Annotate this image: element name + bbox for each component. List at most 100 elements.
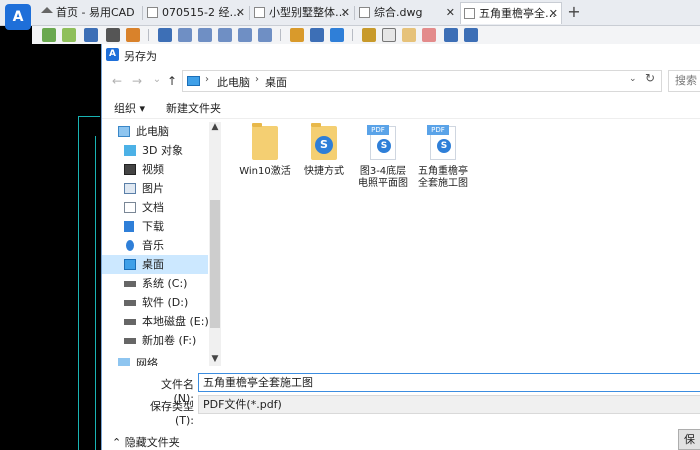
tree-scrollbar[interactable]: ▲ ▼ bbox=[209, 122, 221, 366]
app-logo[interactable]: A bbox=[5, 4, 31, 30]
back-button[interactable]: ← bbox=[110, 74, 124, 88]
filename-input[interactable]: 五角重檐亭全套施工图 bbox=[198, 373, 700, 392]
file-item-folder[interactable]: S 快捷方式 bbox=[296, 123, 352, 178]
tree-item-this-pc[interactable]: 此电脑 bbox=[102, 122, 208, 141]
toolbar-separator bbox=[280, 29, 281, 41]
recent-locations-button[interactable]: ⌄ bbox=[150, 74, 164, 85]
close-icon[interactable]: ✕ bbox=[549, 3, 558, 24]
tree-item-pictures[interactable]: 图片 bbox=[102, 179, 208, 198]
scroll-up-icon[interactable]: ▲ bbox=[209, 122, 221, 132]
zoom-out-icon[interactable] bbox=[238, 28, 252, 42]
hide-folders-toggle[interactable]: ⌃ 隐藏文件夹 bbox=[112, 434, 180, 450]
tree-item-3d-objects[interactable]: 3D 对象 bbox=[102, 141, 208, 160]
undo-icon[interactable] bbox=[444, 28, 458, 42]
zoom-window-icon[interactable] bbox=[198, 28, 212, 42]
command-bar: 组织 ▾ 新建文件夹 bbox=[102, 96, 700, 118]
tree-item-label: 系统 (C:) bbox=[142, 277, 188, 290]
export-icon[interactable] bbox=[126, 28, 140, 42]
file-item-folder[interactable]: Win10激活 bbox=[237, 123, 293, 178]
organize-button[interactable]: 组织 ▾ bbox=[114, 100, 145, 116]
zoom-all-icon[interactable] bbox=[258, 28, 272, 42]
chevron-down-icon[interactable]: ⌄ bbox=[629, 74, 637, 84]
tree-item-label: 视频 bbox=[142, 163, 164, 176]
up-button[interactable]: ↑ bbox=[165, 74, 179, 88]
toolbar-separator bbox=[148, 29, 149, 41]
navigation-bar: ← → ⌄ ↑ › 此电脑 › 桌面 ⌄ ↻ 搜索 bbox=[102, 66, 700, 96]
erase-icon[interactable] bbox=[422, 28, 436, 42]
tree-item-desktop[interactable]: 桌面 bbox=[102, 255, 208, 274]
tree-item-label: 新加卷 (F:) bbox=[142, 334, 197, 347]
file-item-pdf[interactable]: PDF S 五角重檐亭全套施工图 bbox=[415, 125, 471, 190]
app-logo-icon: A bbox=[106, 48, 119, 61]
drawing-file-icon bbox=[359, 7, 370, 18]
breadcrumb-this-pc[interactable]: 此电脑 bbox=[217, 74, 250, 90]
dialog-title-bar[interactable]: A 另存为 bbox=[102, 44, 700, 66]
filetype-select[interactable]: PDF文件(*.pdf) bbox=[198, 395, 700, 414]
scroll-down-icon[interactable]: ▼ bbox=[209, 354, 221, 364]
pdf-app-icon: S bbox=[377, 139, 391, 153]
hide-folders-label: 隐藏文件夹 bbox=[124, 436, 180, 449]
layer-icon[interactable] bbox=[42, 28, 56, 42]
redo-icon[interactable] bbox=[464, 28, 478, 42]
tab-drawing[interactable]: 小型别墅整体… ✕ bbox=[251, 2, 353, 24]
tree-item-downloads[interactable]: 下载 bbox=[102, 217, 208, 236]
text-icon[interactable] bbox=[402, 28, 416, 42]
tree-item-drive-e[interactable]: 本地磁盘 (E:) bbox=[102, 312, 208, 331]
3d-objects-icon bbox=[124, 145, 136, 156]
music-icon bbox=[126, 240, 134, 251]
navigation-tree: 此电脑 3D 对象 视频 图片 文档 下载 音乐 桌面 系统 (C:) 软件 (… bbox=[102, 122, 208, 366]
network-icon bbox=[118, 358, 130, 366]
new-folder-button[interactable]: 新建文件夹 bbox=[166, 100, 221, 116]
forward-button[interactable]: → bbox=[130, 74, 144, 88]
documents-icon bbox=[124, 202, 136, 213]
line-icon[interactable] bbox=[362, 28, 376, 42]
tab-home[interactable]: 首页 - 易用CAD bbox=[38, 2, 140, 24]
tree-item-drive-c[interactable]: 系统 (C:) bbox=[102, 274, 208, 293]
close-icon[interactable]: ✕ bbox=[341, 2, 350, 24]
address-bar[interactable]: › 此电脑 › 桌面 ⌄ bbox=[182, 70, 662, 92]
tree-item-drive-d[interactable]: 软件 (D:) bbox=[102, 293, 208, 312]
tree-item-drive-f[interactable]: 新加卷 (F:) bbox=[102, 331, 208, 350]
tab-drawing[interactable]: 070515-2 经… ✕ bbox=[144, 2, 248, 24]
quick-toolbar bbox=[32, 26, 700, 44]
search-input[interactable]: 搜索 bbox=[668, 70, 700, 92]
close-icon[interactable]: ✕ bbox=[446, 2, 455, 24]
save-icon[interactable] bbox=[84, 28, 98, 42]
tree-item-music[interactable]: 音乐 bbox=[102, 236, 208, 255]
3d-view-icon[interactable] bbox=[310, 28, 324, 42]
refresh-icon[interactable]: ↻ bbox=[645, 71, 655, 85]
tab-drawing-active[interactable]: 五角重檐亭全… ✕ bbox=[460, 2, 562, 24]
tree-item-documents[interactable]: 文档 bbox=[102, 198, 208, 217]
tab-drawing[interactable]: 综合.dwg ✕ bbox=[356, 2, 458, 24]
breadcrumb-desktop[interactable]: 桌面 bbox=[265, 74, 287, 90]
file-name: 快捷方式 bbox=[304, 166, 344, 177]
drawing-file-icon bbox=[147, 7, 158, 18]
tree-item-label: 此电脑 bbox=[136, 125, 169, 138]
zoom-in-icon[interactable] bbox=[218, 28, 232, 42]
cube-icon[interactable] bbox=[330, 28, 344, 42]
close-icon[interactable]: ✕ bbox=[236, 2, 245, 24]
chevron-up-icon: ⌃ bbox=[112, 436, 125, 449]
scrollbar-thumb[interactable] bbox=[210, 200, 220, 328]
print-icon[interactable] bbox=[106, 28, 120, 42]
rectangle-icon[interactable] bbox=[382, 28, 396, 42]
file-item-pdf[interactable]: PDF S 图3-4底层电照平面图 bbox=[355, 125, 411, 190]
drawing-canvas[interactable] bbox=[0, 44, 100, 450]
video-icon bbox=[124, 164, 136, 175]
tab-label: 小型别墅整体… bbox=[269, 6, 346, 19]
add-tab-button[interactable]: + bbox=[564, 2, 584, 21]
save-button[interactable]: 保存(S) bbox=[678, 429, 700, 450]
tab-divider bbox=[142, 6, 143, 20]
palm-icon[interactable] bbox=[62, 28, 76, 42]
pdf-label: PDF bbox=[367, 125, 389, 135]
pan-icon[interactable] bbox=[158, 28, 172, 42]
tab-divider bbox=[249, 6, 250, 20]
match-props-icon[interactable] bbox=[290, 28, 304, 42]
zoom-realtime-icon[interactable] bbox=[178, 28, 192, 42]
tree-item-videos[interactable]: 视频 bbox=[102, 160, 208, 179]
desktop-icon bbox=[124, 259, 136, 270]
pdf-file-icon: PDF S bbox=[427, 125, 456, 160]
tab-divider bbox=[354, 6, 355, 20]
tree-item-network[interactable]: 网络 bbox=[102, 354, 208, 366]
download-icon bbox=[124, 221, 134, 232]
